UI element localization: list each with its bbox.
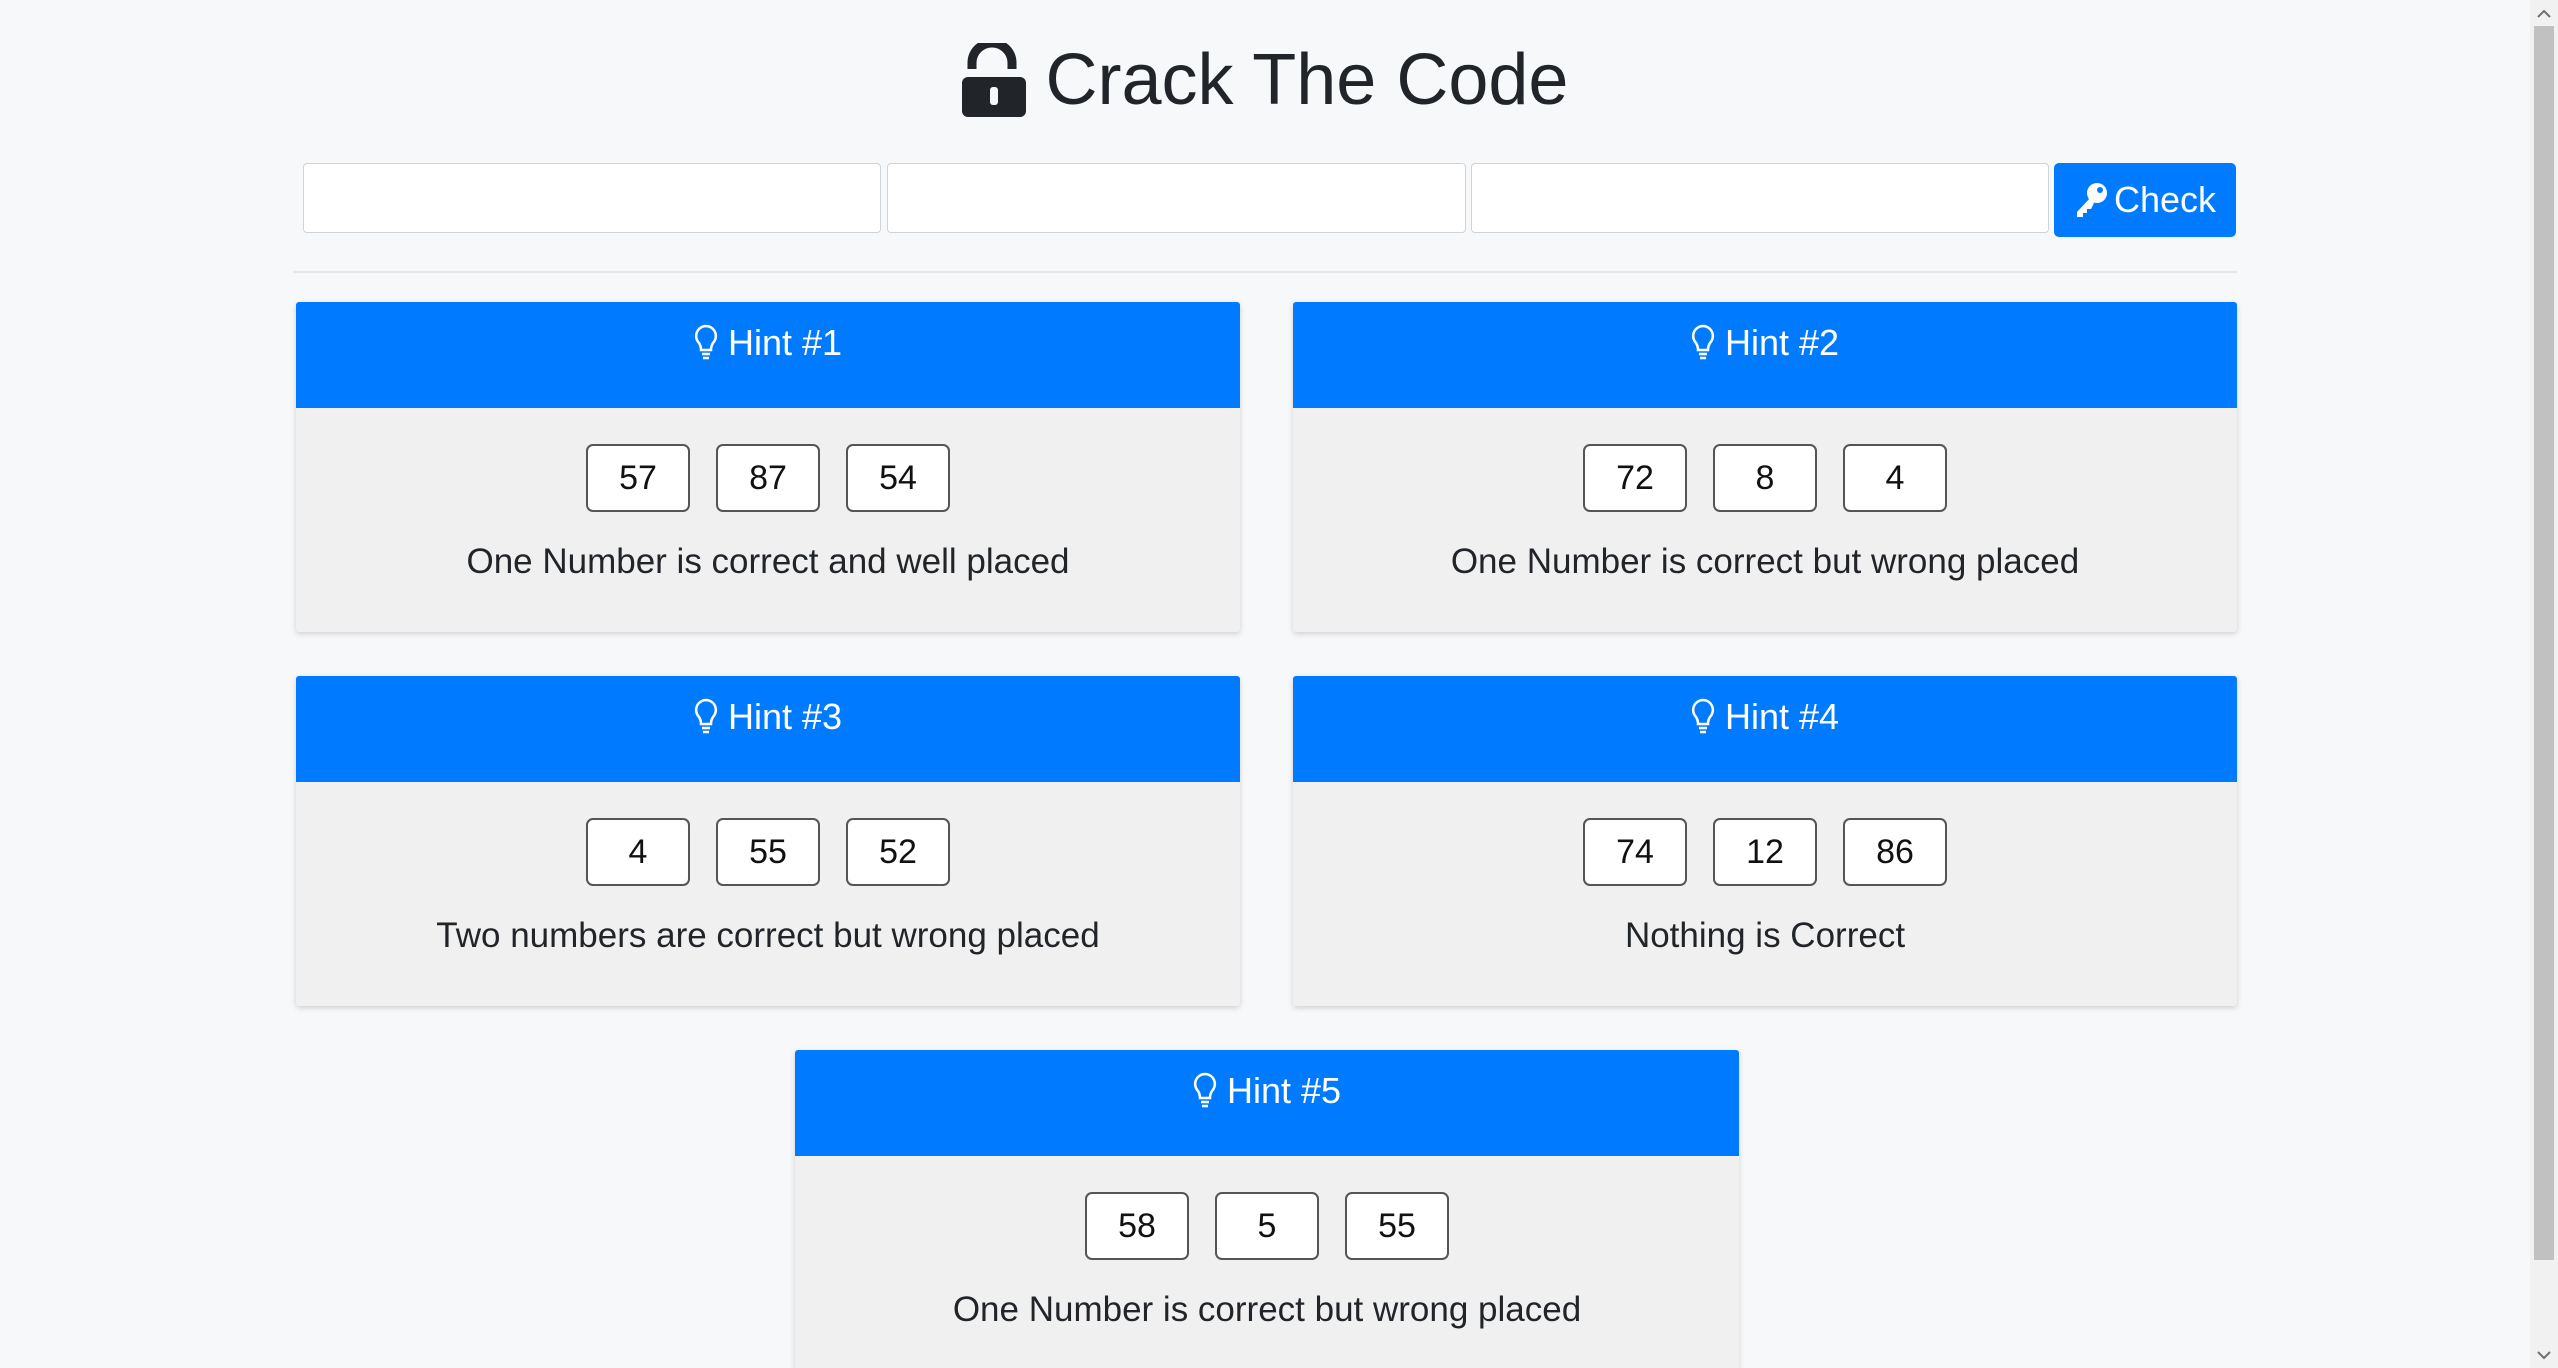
code-input-1[interactable] xyxy=(303,163,881,233)
hint-text: Two numbers are correct but wrong placed xyxy=(436,916,1100,955)
hint-title: Hint #3 xyxy=(727,696,843,737)
lightbulb-icon xyxy=(694,698,718,734)
hint-title: Hint #4 xyxy=(1724,696,1840,737)
unlock-icon xyxy=(961,43,1026,117)
scrollbar-thumb[interactable] xyxy=(2534,26,2554,1260)
hint-card-2: Hint #2 72 8 4 One Number is correct but… xyxy=(1293,302,2237,632)
hint-card-4: Hint #4 74 12 86 Nothing is Correct xyxy=(1293,676,2237,1006)
key-icon xyxy=(2076,183,2107,217)
hint-number: 57 xyxy=(586,444,690,512)
hint-number: 4 xyxy=(586,818,690,886)
page-title: Crack The Code xyxy=(0,34,2530,126)
hint-number: 58 xyxy=(1085,1192,1189,1260)
hint-number: 74 xyxy=(1583,818,1687,886)
hint-number: 54 xyxy=(846,444,950,512)
hint-number: 12 xyxy=(1713,818,1817,886)
hint-number: 8 xyxy=(1713,444,1817,512)
code-input-row: Check xyxy=(303,163,2238,237)
hint-card-header: Hint #5 xyxy=(795,1050,1739,1156)
hint-card-3: Hint #3 4 55 52 Two numbers are correct … xyxy=(296,676,1240,1006)
scroll-down-icon[interactable] xyxy=(2530,1342,2558,1368)
hint-card-header: Hint #2 xyxy=(1293,302,2237,408)
scroll-up-icon[interactable] xyxy=(2530,0,2558,26)
hint-card-header: Hint #4 xyxy=(1293,676,2237,782)
page-title-text: Crack The Code xyxy=(1045,40,1569,120)
hint-card-header: Hint #3 xyxy=(296,676,1240,782)
lightbulb-icon xyxy=(1691,324,1715,360)
hint-number: 52 xyxy=(846,818,950,886)
hint-number: 5 xyxy=(1215,1192,1319,1260)
hint-text: Nothing is Correct xyxy=(1624,916,1906,955)
scrollbar[interactable] xyxy=(2530,0,2558,1368)
hint-numbers: 74 12 86 xyxy=(1293,818,2237,886)
hint-number: 72 xyxy=(1583,444,1687,512)
hint-number: 55 xyxy=(1345,1192,1449,1260)
hint-number: 55 xyxy=(716,818,820,886)
hint-numbers: 57 87 54 xyxy=(296,444,1240,512)
hint-card-header: Hint #1 xyxy=(296,302,1240,408)
check-button-label: Check xyxy=(2113,179,2217,220)
hint-text: One Number is correct but wrong placed xyxy=(1450,542,2080,581)
hint-number: 87 xyxy=(716,444,820,512)
hint-number: 4 xyxy=(1843,444,1947,512)
hint-text: One Number is correct but wrong placed xyxy=(952,1290,1582,1329)
hint-numbers: 4 55 52 xyxy=(296,818,1240,886)
divider xyxy=(293,271,2237,273)
hint-title: Hint #2 xyxy=(1724,322,1840,363)
hint-text: One Number is correct and well placed xyxy=(466,542,1070,581)
lightbulb-icon xyxy=(1193,1072,1217,1108)
hint-numbers: 72 8 4 xyxy=(1293,444,2237,512)
hint-number: 86 xyxy=(1843,818,1947,886)
check-button[interactable]: Check xyxy=(2054,163,2236,237)
hint-title: Hint #1 xyxy=(727,322,843,363)
lightbulb-icon xyxy=(694,324,718,360)
hint-title: Hint #5 xyxy=(1226,1070,1342,1111)
lightbulb-icon xyxy=(1691,698,1715,734)
hint-card-5: Hint #5 58 5 55 One Number is correct bu… xyxy=(795,1050,1739,1368)
code-input-3[interactable] xyxy=(1471,163,2049,233)
hint-card-1: Hint #1 57 87 54 One Number is correct a… xyxy=(296,302,1240,632)
code-input-2[interactable] xyxy=(887,163,1466,233)
hint-numbers: 58 5 55 xyxy=(795,1192,1739,1260)
